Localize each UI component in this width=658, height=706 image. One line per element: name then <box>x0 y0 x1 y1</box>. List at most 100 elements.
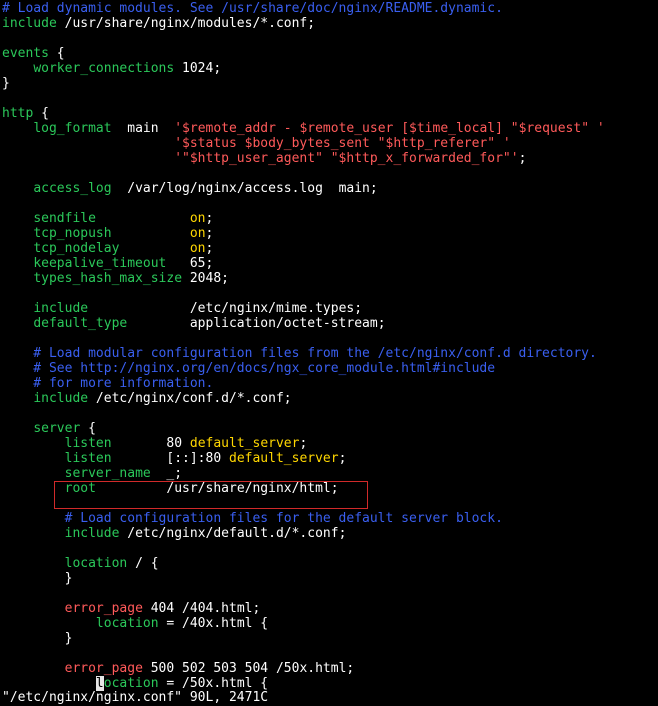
vim-status-line: "/etc/nginx/nginx.conf" 90L, 2471C <box>2 690 269 705</box>
code-line[interactable]: } <box>2 76 10 91</box>
code-line[interactable]: worker_connections 1024; <box>2 61 221 76</box>
code-line[interactable]: include /usr/share/nginx/modules/*.conf; <box>2 16 315 31</box>
code-token-text: /etc/nginx/mime.types; <box>88 301 363 316</box>
code-token-keyword: http <box>2 106 34 121</box>
code-token-keyword: types_hash_max_size <box>33 271 183 286</box>
code-line[interactable]: error_page 500 502 503 504 /50x.html; <box>2 661 355 676</box>
code-token-string: '$status $body_bytes_sent "$http_referer… <box>174 136 511 151</box>
code-token-text: 404 /404.html; <box>142 601 261 616</box>
code-token-text: { <box>80 421 96 436</box>
code-token-text: [::]:80 <box>111 451 229 466</box>
code-token-keyword: keepalive_timeout <box>33 256 167 271</box>
code-line[interactable]: # See http://nginx.org/en/docs/ngx_core_… <box>2 361 495 376</box>
code-line[interactable]: # Load dynamic modules. See /usr/share/d… <box>2 1 503 16</box>
code-line[interactable]: default_type application/octet-stream; <box>2 316 386 331</box>
code-line[interactable]: '"$http_user_agent" "$http_x_forwarded_f… <box>2 151 526 166</box>
code-token-keyword: server <box>33 421 81 436</box>
code-token-keyword: location <box>64 556 128 571</box>
code-token-comment: # Load modular configuration files from … <box>2 346 597 361</box>
code-line[interactable]: sendfile on; <box>2 211 213 226</box>
code-line[interactable]: include /etc/nginx/default.d/*.conf; <box>2 526 347 541</box>
code-token-text: ; <box>205 241 214 256</box>
code-token-keyword: log_format <box>33 121 112 136</box>
vim-terminal-window[interactable]: # Load dynamic modules. See /usr/share/d… <box>0 0 658 706</box>
code-token-text: /usr/share/nginx/modules/*.conf; <box>56 16 316 31</box>
code-token-keyword: listen <box>64 436 112 451</box>
code-line[interactable]: include /etc/nginx/mime.types; <box>2 301 362 316</box>
code-line[interactable]: http { <box>2 106 49 121</box>
code-token-keyword: tcp_nodelay <box>33 241 120 256</box>
root-directive-highlight-box <box>54 481 368 509</box>
code-line[interactable]: } <box>2 571 73 586</box>
code-line[interactable]: location / { <box>2 556 159 571</box>
code-line[interactable]: '$status $body_bytes_sent "$http_referer… <box>2 136 511 151</box>
code-token-text: { <box>48 46 65 61</box>
code-token-text: } <box>2 571 73 586</box>
code-line[interactable]: events { <box>2 46 65 61</box>
code-token-value: default_server <box>229 451 339 466</box>
code-token-string: error_page <box>64 661 143 676</box>
code-token-value: default_server <box>189 436 300 451</box>
code-token-text: main <box>111 121 175 136</box>
code-line[interactable]: include /etc/nginx/conf.d/*.conf; <box>2 391 291 406</box>
code-token-keyword: include <box>33 301 89 316</box>
code-line[interactable]: location = /40x.html { <box>2 616 268 631</box>
code-token-keyword: default_type <box>33 316 128 331</box>
code-line[interactable]: # Load configuration files for the defau… <box>2 511 503 526</box>
text-cursor: l <box>95 676 104 691</box>
code-line[interactable]: location = /50x.html { <box>2 676 268 691</box>
code-token-text: 500 502 503 504 /50x.html; <box>142 661 355 676</box>
code-line[interactable]: server_name _; <box>2 466 182 481</box>
code-token-text: } <box>2 76 10 91</box>
code-line[interactable]: keepalive_timeout 65; <box>2 256 213 271</box>
code-token-keyword: listen <box>64 451 112 466</box>
code-token-keyword: access_log <box>33 181 112 196</box>
code-token-keyword: worker_connections <box>33 61 175 76</box>
code-token-keyword: tcp_nopush <box>33 226 112 241</box>
code-line[interactable]: listen 80 default_server; <box>2 436 308 451</box>
code-line[interactable]: server { <box>2 421 96 436</box>
code-line[interactable]: # Load modular configuration files from … <box>2 346 597 361</box>
code-token-text: 2048; <box>182 271 229 286</box>
code-line[interactable]: # for more information. <box>2 376 213 391</box>
code-line[interactable]: log_format main '$remote_addr - $remote_… <box>2 121 605 136</box>
code-token-text: { <box>33 106 49 121</box>
code-line[interactable]: listen [::]:80 default_server; <box>2 451 347 466</box>
code-token-text: application/octet-stream; <box>127 316 386 331</box>
code-token-text: /etc/nginx/default.d/*.conf; <box>119 526 347 541</box>
code-line[interactable]: tcp_nopush on; <box>2 226 213 241</box>
code-line[interactable]: access_log /var/log/nginx/access.log mai… <box>2 181 377 196</box>
code-token-text: 1024; <box>174 61 222 76</box>
code-token-value: on <box>189 211 206 226</box>
code-token-text: 80 <box>111 436 190 451</box>
code-token-string: '"$http_user_agent" "$http_x_forwarded_f… <box>174 151 519 166</box>
code-token-text: } <box>2 631 73 646</box>
code-line[interactable]: error_page 404 /404.html; <box>2 601 261 616</box>
code-line[interactable]: } <box>2 631 73 646</box>
code-token-string: error_page <box>64 601 143 616</box>
code-line[interactable]: tcp_nodelay on; <box>2 241 213 256</box>
code-token-text: ; <box>205 226 214 241</box>
code-token-comment: # Load dynamic modules. See /usr/share/d… <box>2 1 503 16</box>
code-line[interactable]: types_hash_max_size 2048; <box>2 271 229 286</box>
code-token-string: '$remote_addr - $remote_user [$time_loca… <box>174 121 605 136</box>
